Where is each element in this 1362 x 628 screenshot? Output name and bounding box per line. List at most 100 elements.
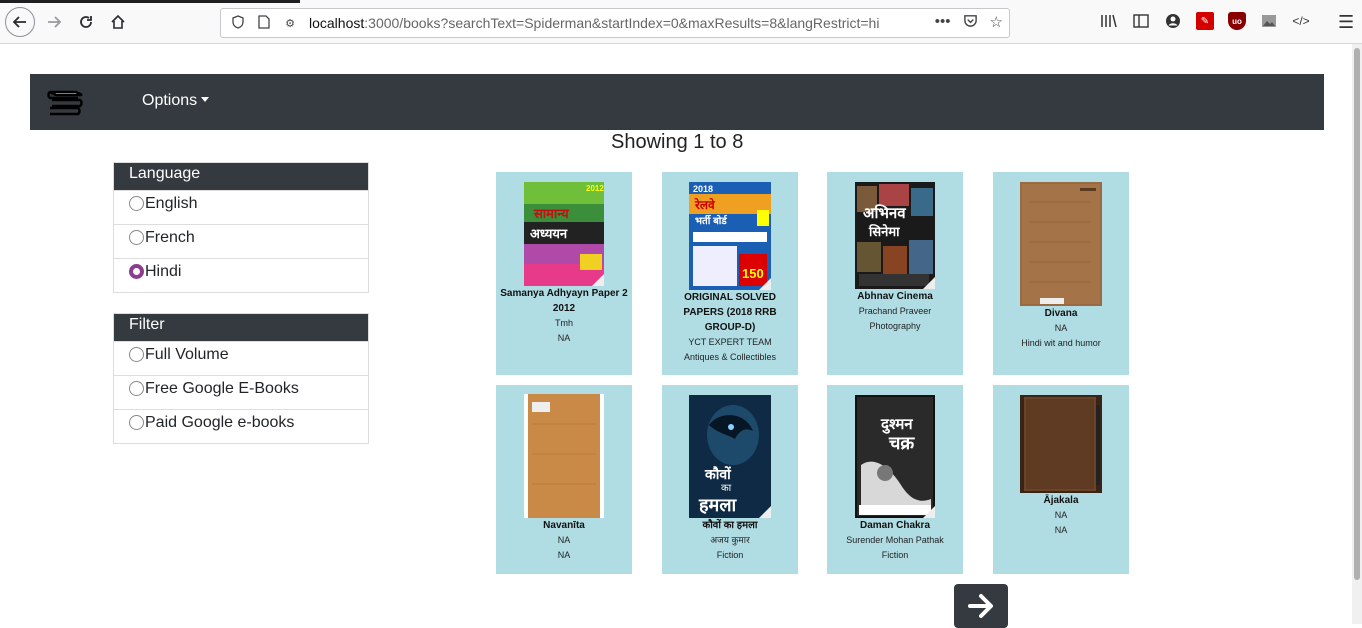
options-dropdown[interactable]: Options: [142, 92, 210, 110]
arrow-left-icon: [12, 16, 26, 28]
more-actions-icon[interactable]: •••: [935, 13, 951, 32]
home-icon: [111, 14, 125, 29]
book-title[interactable]: Samanya Adhyayn Paper 2 2012: [500, 286, 628, 316]
radio-free-ebooks[interactable]: [129, 381, 144, 396]
filter-option-free-ebooks[interactable]: Free Google E-Books: [114, 375, 368, 409]
book-card[interactable]: Ājakala NA NA: [993, 385, 1129, 574]
language-label: Hindi: [145, 263, 182, 280]
radio-full-volume[interactable]: [129, 347, 144, 362]
screenshot-icon[interactable]: [1260, 12, 1278, 30]
book-category: Antiques & Collectibles: [683, 352, 777, 362]
book-title[interactable]: ORIGINAL SOLVED PAPERS (2018 RRB GROUP-D…: [666, 290, 794, 335]
book-title[interactable]: Abhnav Cinema: [831, 289, 959, 304]
book-title[interactable]: Navanīta: [500, 518, 628, 533]
book-category: Photography: [869, 321, 921, 331]
filter-option-paid-ebooks[interactable]: Paid Google e-books: [114, 409, 368, 443]
radio-french[interactable]: [129, 230, 144, 245]
book-card[interactable]: 2018 रेलवे भर्ती बोर्ड 150 ORIGINAL SOLV…: [662, 172, 798, 375]
reload-button[interactable]: [72, 8, 100, 36]
language-option-french[interactable]: French: [114, 224, 368, 258]
book-author: अजय कुमार: [710, 535, 750, 545]
books-logo-icon[interactable]: [46, 86, 86, 118]
options-label: Options: [142, 92, 198, 109]
address-bar[interactable]: ⚙ localhost:3000/books?searchText=Spider…: [220, 8, 1010, 38]
cover-text: का: [721, 483, 732, 494]
cover-text: 2018: [693, 184, 713, 194]
radio-english[interactable]: [129, 196, 144, 211]
book-author: Surender Mohan Pathak: [846, 535, 944, 545]
book-author: NA: [557, 535, 571, 545]
language-panel: Language English French Hindi: [113, 162, 369, 293]
book-cover[interactable]: 2018 रेलवे भर्ती बोर्ड 150: [689, 182, 771, 290]
ublock-icon[interactable]: uo: [1228, 12, 1246, 30]
book-card[interactable]: अभिनव सिनेमा Abhnav Cinema Prachand Prav…: [827, 172, 963, 375]
active-tab-indicator: [0, 0, 300, 3]
url-text: localhost:3000/books?searchText=Spiderma…: [309, 15, 880, 31]
page-scrollbar[interactable]: [1352, 44, 1362, 624]
arrow-right-icon: [968, 594, 993, 618]
account-icon[interactable]: [1164, 12, 1182, 30]
book-cover[interactable]: कौवों का हमला: [689, 395, 771, 518]
book-title[interactable]: Ājakala: [997, 493, 1125, 508]
next-page-button[interactable]: [954, 584, 1008, 628]
scrollbar-thumb[interactable]: [1354, 48, 1360, 580]
sidebar-icon[interactable]: [1132, 12, 1150, 30]
back-button[interactable]: [5, 7, 35, 37]
book-cover[interactable]: अभिनव सिनेमा: [855, 182, 935, 289]
cover-text: दुश्मन: [880, 416, 913, 434]
filter-label: Full Volume: [145, 346, 229, 363]
permissions-icon: ⚙: [285, 17, 295, 30]
language-label: English: [145, 195, 198, 212]
page-icon: [255, 14, 273, 32]
extension-icon[interactable]: ✎: [1196, 12, 1214, 30]
book-category: Fiction: [716, 550, 744, 560]
book-cover[interactable]: 2012 सामान्य अध्ययन: [524, 182, 604, 286]
book-title[interactable]: कौवों का हमला: [666, 518, 794, 533]
cover-text: 2012: [586, 184, 604, 193]
language-option-english[interactable]: English: [114, 190, 368, 224]
cover-text: सिनेमा: [868, 224, 900, 239]
radio-hindi[interactable]: [129, 264, 144, 279]
bookmark-star-icon[interactable]: ☆: [990, 13, 1003, 32]
book-cover[interactable]: [524, 394, 604, 518]
book-card[interactable]: Navanīta NA NA: [496, 385, 632, 574]
hamburger-menu-icon[interactable]: ☰: [1338, 12, 1354, 33]
cover-text: रेलवे: [694, 198, 716, 212]
book-category: Hindi wit and humor: [1021, 338, 1101, 348]
radio-paid-ebooks[interactable]: [129, 415, 144, 430]
book-category: Fiction: [881, 550, 909, 560]
filter-label: Paid Google e-books: [145, 414, 295, 431]
book-author: YCT EXPERT TEAM: [688, 337, 772, 347]
home-button[interactable]: [104, 8, 132, 36]
book-author: NA: [1054, 323, 1068, 333]
book-card[interactable]: कौवों का हमला कौवों का हमला अजय कुमार Fi…: [662, 385, 798, 574]
book-card[interactable]: Divana NA Hindi wit and humor: [993, 172, 1129, 375]
book-category: NA: [557, 333, 571, 343]
arrow-right-icon: [48, 16, 62, 28]
book-title[interactable]: Divana: [997, 306, 1125, 321]
caret-down-icon: [201, 97, 210, 102]
cover-text: चक्र: [888, 433, 915, 453]
book-category: NA: [1054, 525, 1068, 535]
book-author: Prachand Praveer: [858, 306, 932, 316]
pocket-icon[interactable]: [963, 13, 978, 32]
forward-button[interactable]: [40, 8, 68, 36]
cover-text: सामान्य: [533, 206, 569, 221]
book-category: NA: [557, 550, 571, 560]
devtools-icon[interactable]: </>: [1292, 12, 1310, 30]
language-panel-title: Language: [114, 163, 368, 190]
book-cover[interactable]: दुश्मन चक्र: [855, 395, 935, 518]
book-cover[interactable]: [1020, 395, 1102, 493]
library-icon[interactable]: [1100, 12, 1118, 30]
cover-text: कौवों: [704, 466, 732, 482]
filter-option-full-volume[interactable]: Full Volume: [114, 341, 368, 375]
book-title[interactable]: Daman Chakra: [831, 518, 959, 533]
cover-text: 150: [742, 266, 764, 281]
book-card[interactable]: 2012 सामान्य अध्ययन Samanya Adhyayn Pape…: [496, 172, 632, 375]
book-cover[interactable]: [1020, 182, 1102, 306]
browser-toolbar: ⚙ localhost:3000/books?searchText=Spider…: [0, 0, 1362, 44]
cover-text: भर्ती बोर्ड: [695, 214, 728, 227]
language-option-hindi[interactable]: Hindi: [114, 258, 368, 292]
book-card[interactable]: दुश्मन चक्र Daman Chakra Surender Mohan …: [827, 385, 963, 574]
reload-icon: [80, 16, 92, 28]
